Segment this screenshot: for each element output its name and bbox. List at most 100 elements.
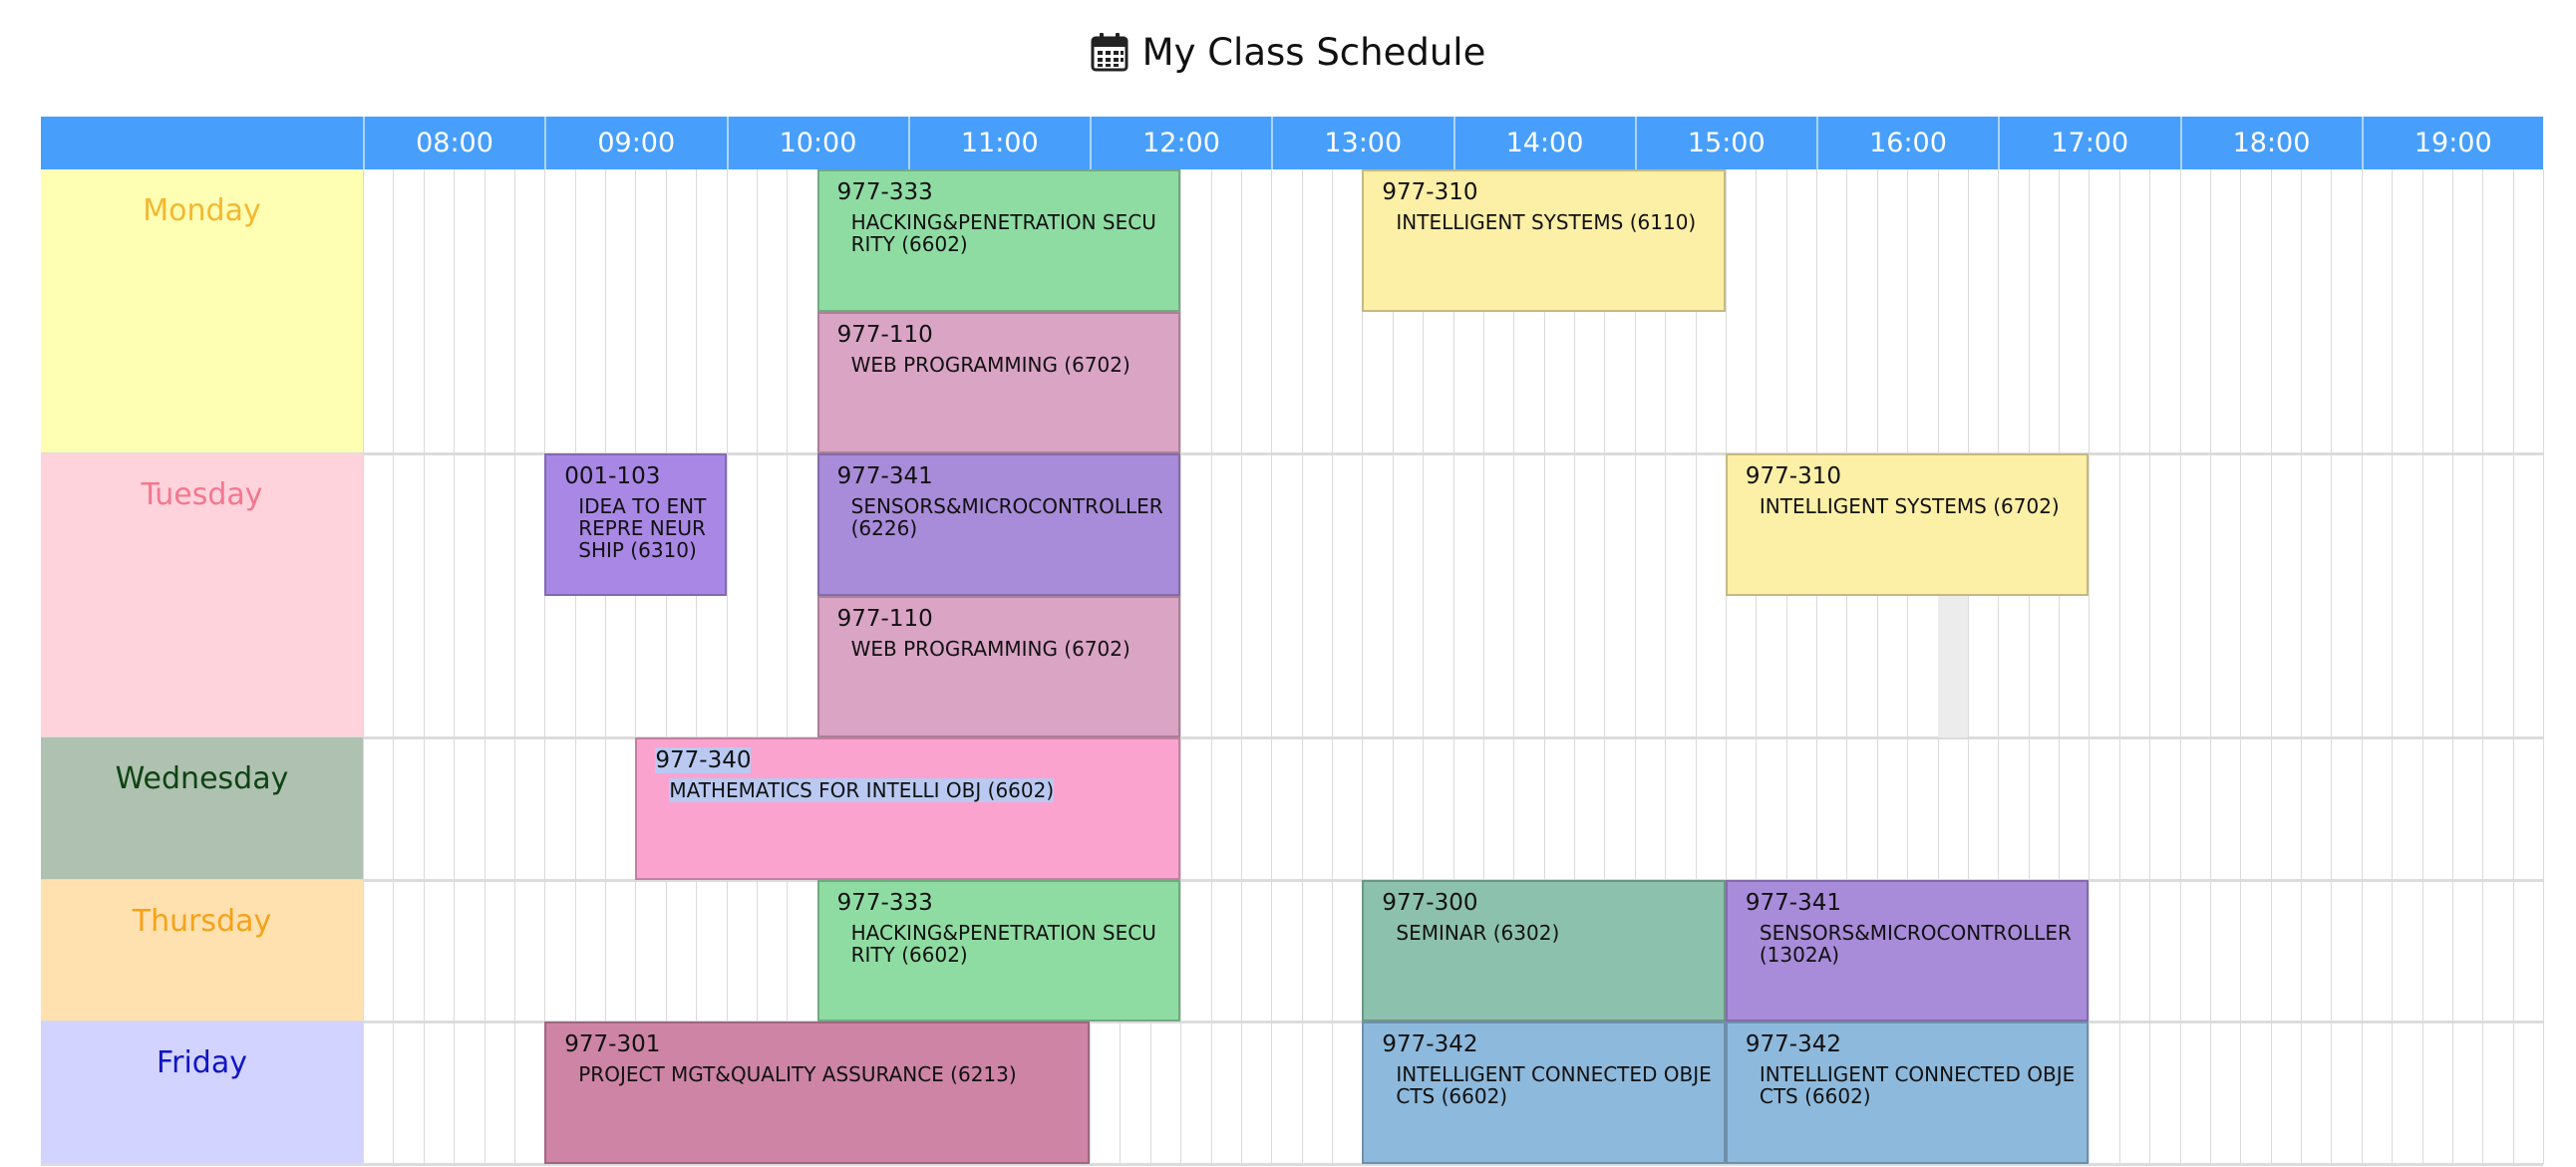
grid-line — [483, 169, 485, 1164]
class-event[interactable]: 001-103 IDEA TO ENTREPRE NEURSHIP (6310) — [544, 453, 727, 596]
grid-line — [363, 169, 364, 1164]
grid-line — [454, 169, 456, 1164]
time-header: 08:00 09:00 10:00 11:00 12:00 13:00 14:00 15:00… — [41, 117, 2543, 169]
grid-line — [787, 169, 789, 1164]
grid-line — [544, 169, 546, 1164]
day-label-monday: Monday — [41, 169, 363, 453]
course-code: 001-103 — [564, 463, 661, 489]
grid-line — [2209, 169, 2211, 1164]
grid-line — [1210, 169, 1212, 1164]
course-name-text: WEB PROGRAMMING (6702) — [850, 636, 1130, 661]
course-name: PROJECT MGT&QUALITY ASSURANCE (6213) — [578, 1063, 1076, 1085]
grid-line — [2118, 169, 2120, 1164]
page-title: My Class Schedule — [0, 22, 2576, 82]
grid-line — [1271, 169, 1273, 1164]
course-name-text: HACKING&PENETRATION SECURITY (6602) — [850, 920, 1156, 967]
class-event[interactable]: 977-301 PROJECT MGT&QUALITY ASSURANCE (62… — [544, 1021, 1090, 1164]
course-code: 977-333 — [836, 889, 933, 916]
grid-line — [696, 169, 698, 1164]
course-name-text: INTELLIGENT SYSTEMS (6702) — [1759, 494, 2060, 518]
grid-line — [2512, 169, 2514, 1164]
course-name-text: SENSORS&MICROCONTROLLER (6226) — [850, 494, 1163, 540]
course-name: HACKING&PENETRATION SECURITY (6602) — [851, 922, 1167, 966]
hour-label: 08:00 — [363, 117, 544, 169]
grid-line — [756, 169, 758, 1164]
course-name-text: IDEA TO ENTREPRE NEURSHIP (6310) — [578, 494, 707, 562]
course-code: 977-341 — [836, 463, 933, 489]
class-event[interactable]: 977-333 HACKING&PENETRATION SECURITY (660… — [816, 879, 1181, 1021]
course-code: 977-110 — [836, 321, 933, 348]
grid-line — [2331, 169, 2333, 1164]
page-title-text: My Class Schedule — [1141, 30, 1486, 74]
course-name-text: SEMINAR (6302) — [1396, 920, 1560, 945]
course-code: 977-110 — [836, 605, 933, 632]
grid-line — [513, 169, 515, 1164]
row-divider — [41, 736, 2543, 739]
course-code: 977-340 — [655, 747, 752, 773]
class-event[interactable]: 977-342 INTELLIGENT CONNECTED OBJECTS (66… — [1362, 1021, 1726, 1164]
grid-line — [726, 169, 728, 1164]
class-event[interactable]: 977-342 INTELLIGENT CONNECTED OBJECTS (66… — [1725, 1021, 2090, 1164]
course-name: SENSORS&MICROCONTROLLER (1302A) — [1760, 922, 2076, 966]
day-label-wednesday: Wednesday — [41, 737, 363, 880]
course-name-text: PROJECT MGT&QUALITY ASSURANCE (6213) — [578, 1062, 1017, 1086]
hour-label: 18:00 — [2179, 117, 2362, 169]
grid-line — [2089, 169, 2091, 1164]
course-name-text: INTELLIGENT CONNECTED OBJECTS (6602) — [1759, 1062, 2076, 1108]
course-name-text: WEB PROGRAMMING (6702) — [850, 352, 1130, 377]
schedule-grid: 08:00 09:00 10:00 11:00 12:00 13:00 14:00 15:00… — [41, 117, 2544, 1167]
grid-line — [605, 169, 606, 1164]
hour-label: 19:00 — [2361, 117, 2543, 169]
grid-line — [2421, 169, 2423, 1164]
course-code: 977-341 — [1745, 889, 1841, 916]
grid-line — [2179, 169, 2181, 1164]
grid-line — [2301, 169, 2302, 1164]
grid-line — [2482, 169, 2484, 1164]
class-event[interactable]: 977-333 HACKING&PENETRATION SECURITY (660… — [816, 169, 1181, 312]
row-divider — [41, 1021, 2543, 1023]
hour-label: 11:00 — [907, 117, 1090, 169]
hour-label: 14:00 — [1452, 117, 1635, 169]
grid-line — [2451, 169, 2453, 1164]
class-event[interactable]: 977-110 WEB PROGRAMMING (6702) — [816, 595, 1181, 737]
course-name: SENSORS&MICROCONTROLLER (6226) — [851, 495, 1167, 539]
course-code: 977-310 — [1745, 463, 1841, 489]
class-event[interactable]: 977-310 INTELLIGENT SYSTEMS (6110) — [1362, 169, 1726, 312]
day-label-friday: Friday — [41, 1021, 363, 1164]
day-label-thursday: Thursday — [41, 879, 363, 1021]
grid-line — [2270, 169, 2272, 1164]
grid-line — [665, 169, 667, 1164]
course-code: 977-310 — [1382, 179, 1478, 205]
course-name-text: INTELLIGENT CONNECTED OBJECTS (6602) — [1396, 1062, 1712, 1108]
course-name: IDEA TO ENTREPRE NEURSHIP (6310) — [578, 495, 712, 561]
class-event[interactable]: 977-340 MATHEMATICS FOR INTELLI OBJ (6602… — [635, 737, 1181, 880]
course-name-text: MATHEMATICS FOR INTELLI OBJ (6602) — [669, 778, 1055, 802]
hour-label: 09:00 — [544, 117, 726, 169]
course-name: MATHEMATICS FOR INTELLI OBJ (6602) — [669, 778, 1166, 802]
class-event[interactable]: 977-341 SENSORS&MICROCONTROLLER (1302A) — [1725, 879, 2090, 1021]
course-code: 977-300 — [1382, 889, 1478, 916]
course-name: INTELLIGENT SYSTEMS (6110) — [1396, 211, 1712, 233]
hour-label: 13:00 — [1271, 117, 1452, 169]
class-event[interactable]: 977-310 INTELLIGENT SYSTEMS (6702) — [1725, 453, 2090, 596]
grid-line — [1180, 169, 1182, 1164]
hovered-time-slot[interactable] — [1937, 595, 1968, 737]
grid-line — [1301, 169, 1303, 1164]
row-divider — [41, 1162, 2543, 1166]
course-name: HACKING&PENETRATION SECURITY (6602) — [851, 211, 1167, 255]
grid-line — [393, 169, 395, 1164]
course-code: 977-342 — [1382, 1031, 1478, 1057]
course-name-text: SENSORS&MICROCONTROLLER (1302A) — [1759, 920, 2072, 967]
course-code: 977-301 — [564, 1031, 661, 1057]
class-event[interactable]: 977-300 SEMINAR (6302) — [1362, 879, 1726, 1021]
hour-label: 15:00 — [1634, 117, 1816, 169]
class-event[interactable]: 977-110 WEB PROGRAMMING (6702) — [816, 311, 1181, 453]
grid-line — [423, 169, 425, 1164]
hour-label: 17:00 — [1998, 117, 2179, 169]
course-name: INTELLIGENT CONNECTED OBJECTS (6602) — [1760, 1063, 2076, 1107]
course-name: INTELLIGENT SYSTEMS (6702) — [1760, 495, 2076, 517]
grid-line — [2240, 169, 2242, 1164]
course-name: INTELLIGENT CONNECTED OBJECTS (6602) — [1396, 1063, 1712, 1107]
class-event[interactable]: 977-341 SENSORS&MICROCONTROLLER (6226) — [816, 453, 1181, 596]
grid-line — [2392, 169, 2394, 1164]
